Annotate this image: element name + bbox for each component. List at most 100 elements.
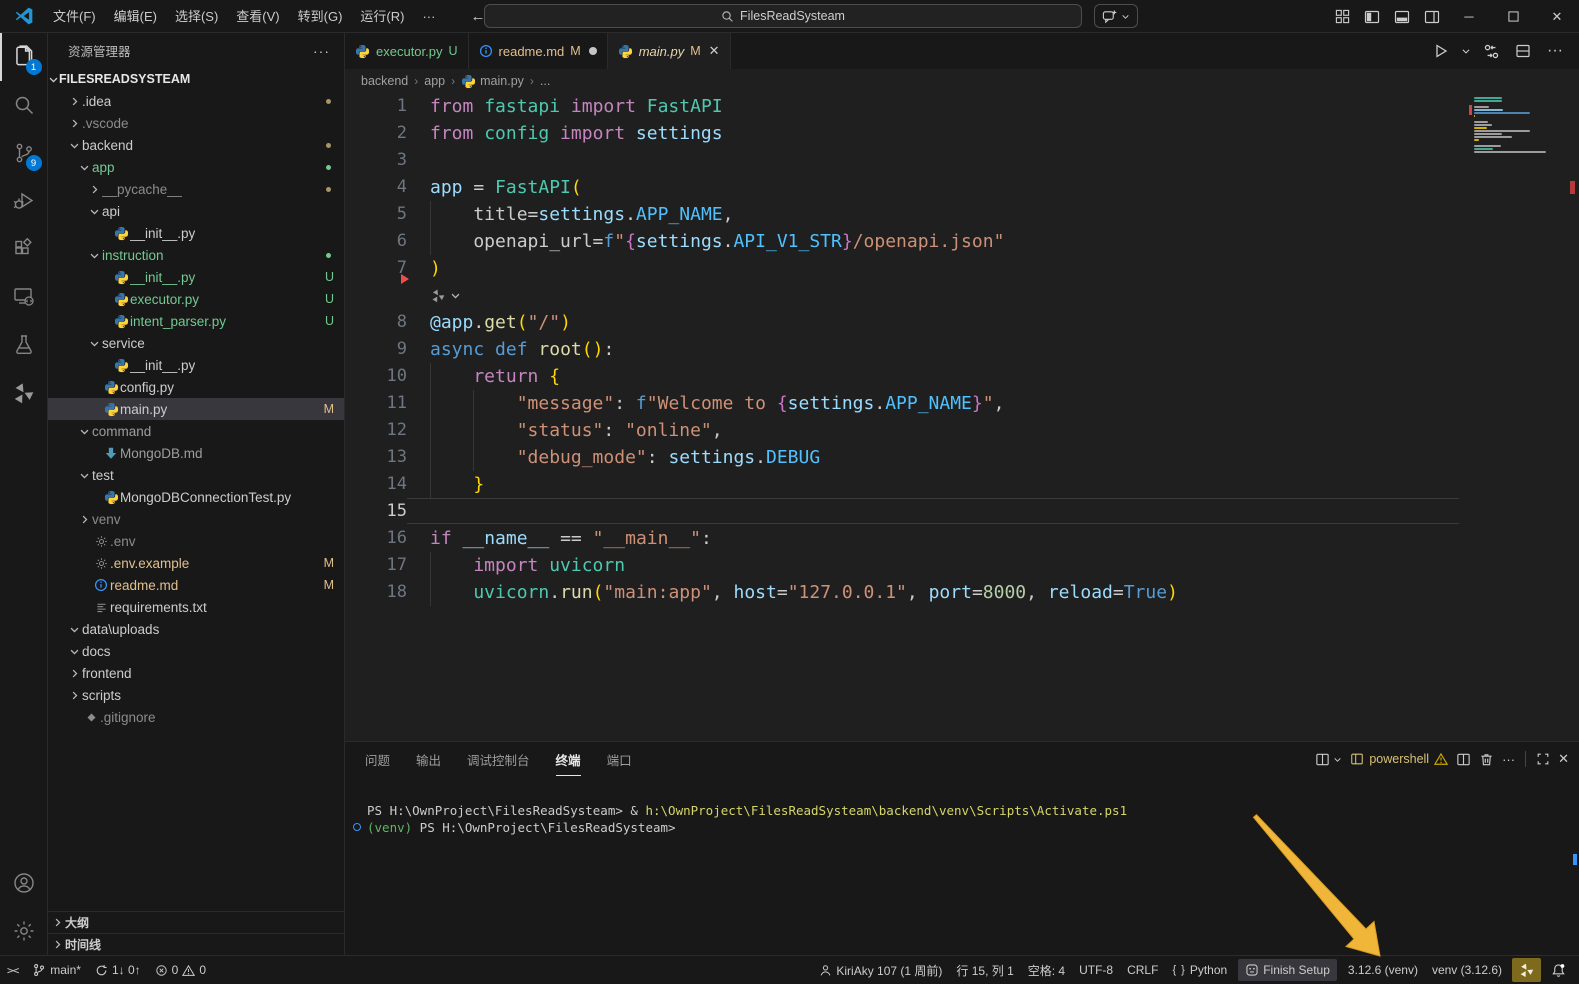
code-line-18[interactable]: 18 uvicorn.run("main:app", host="127.0.0… [345,579,1579,606]
tab-close-icon[interactable]: ✕ [709,43,720,59]
branch-status[interactable]: main* [25,959,88,981]
notifications-bell[interactable] [1544,959,1573,981]
code-editor[interactable]: 1from fastapi import FastAPI2from config… [345,93,1579,741]
tree-item-data-uploads[interactable]: data\uploads [48,618,344,640]
menu-g[interactable]: 转到(G) [289,0,352,33]
tree-item-instruction[interactable]: instruction [48,244,344,266]
code-line-12[interactable]: 12 "status": "online", [345,417,1579,444]
tree-item-service[interactable]: service [48,332,344,354]
tree-item-requirements.txt[interactable]: requirements.txt [48,596,344,618]
activitybar-source-control[interactable]: 9 [0,129,48,177]
panel-tab-[interactable]: 调试控制台 [467,742,530,776]
chat-button[interactable] [1094,4,1138,28]
activitybar-accounts[interactable] [0,859,48,907]
panel-tab-[interactable]: 终端 [556,742,581,776]
tree-item-api[interactable]: api [48,200,344,222]
tree-item-scripts[interactable]: scripts [48,684,344,706]
remote-indicator[interactable]: >< [0,959,25,981]
tree-item-init-.py[interactable]: __init__.py [48,222,344,244]
code-line-11[interactable]: 11 "message": f"Welcome to {settings.APP… [345,390,1579,417]
menu-[interactable]: ··· [413,0,444,33]
tree-item-init-.py[interactable]: __init__.py [48,354,344,376]
tab-readme.md[interactable]: readme.mdM [469,33,608,69]
panel-tab-[interactable]: 输出 [416,742,441,776]
activitybar-explorer[interactable]: 1 [0,33,48,81]
activitybar-search[interactable] [0,81,48,129]
terminal-launch-button[interactable] [1315,752,1342,767]
tree-item-frontend[interactable]: frontend [48,662,344,684]
panel-more-actions-button[interactable]: ··· [1502,752,1515,767]
tree-item-root[interactable]: FILESREADSYSTEAM [48,68,344,90]
terminal-instance-item[interactable]: powershell [1350,752,1448,766]
tree-item-main.py[interactable]: main.pyM [48,398,344,420]
code-line-17[interactable]: 17 import uvicorn [345,552,1579,579]
encoding[interactable]: UTF-8 [1072,959,1120,981]
activitybar-extensions[interactable] [0,225,48,273]
tree-item-config.py[interactable]: config.py [48,376,344,398]
blame-status[interactable]: KiriAky 107 (1 周前) [812,959,949,981]
python-interpreter[interactable]: 3.12.6 (venv) [1341,959,1425,981]
finish-setup[interactable]: Finish Setup [1238,959,1337,981]
code-line-16[interactable]: 16if __name__ == "__main__": [345,525,1579,552]
panel-tab-[interactable]: 端口 [607,742,632,776]
code-line-15[interactable]: 15 [345,498,1579,525]
code-line-2[interactable]: 2from config import settings [345,120,1579,147]
tree-item-venv[interactable]: venv [48,508,344,530]
tree-item-app[interactable]: app [48,156,344,178]
breadcrumb-backend[interactable]: backend [361,74,408,88]
tree-item-.env[interactable]: .env [48,530,344,552]
tree-item-test[interactable]: test [48,464,344,486]
tree-item-pycache[interactable]: __pycache__ [48,178,344,200]
code-line-6[interactable]: 6 openapi_url=f"{settings.API_V1_STR}/op… [345,228,1579,255]
tree-item-backend[interactable]: backend [48,134,344,156]
tab-main.py[interactable]: main.pyM✕ [608,33,731,69]
tab-executor.py[interactable]: executor.pyU [345,33,469,69]
problems-status[interactable]: 00 [148,959,213,981]
code-line-4[interactable]: 4app = FastAPI( [345,174,1579,201]
tree-item-docs[interactable]: docs [48,640,344,662]
menu-v[interactable]: 查看(V) [227,0,288,33]
maximize-panel-button[interactable] [1536,752,1550,766]
command-decoration[interactable] [353,823,361,831]
customize-layout-button[interactable] [1327,0,1357,33]
tree-item-.vscode[interactable]: .vscode [48,112,344,134]
code-line-7[interactable]: 7) [345,255,1579,282]
tree-item-mongodbconnectiontest.py[interactable]: MongoDBConnectionTest.py [48,486,344,508]
breadcrumb-...[interactable]: ... [540,74,550,88]
more-actions-button[interactable]: ··· [1541,38,1569,64]
panel-tab-[interactable]: 问题 [365,742,390,776]
inline-ai-widget[interactable] [345,282,1579,309]
cursor-position[interactable]: 行 15, 列 1 [949,959,1020,981]
sidebar-section-[interactable]: 时间线 [48,933,344,955]
dirty-indicator[interactable] [589,47,597,55]
activitybar-settings[interactable] [0,907,48,955]
code-line-13[interactable]: 13 "debug_mode": settings.DEBUG [345,444,1579,471]
toggle-sidebar-button[interactable] [1357,0,1387,33]
explorer-more-actions[interactable]: ··· [313,43,330,59]
breadcrumb-app[interactable]: app [424,74,445,88]
close-panel-button[interactable]: ✕ [1558,751,1569,767]
kill-terminal-button[interactable] [1479,752,1494,767]
code-line-1[interactable]: 1from fastapi import FastAPI [345,93,1579,120]
tree-item-.env.example[interactable]: .env.exampleM [48,552,344,574]
terminal-output[interactable]: PS H:\OwnProject\FilesReadSysteam> & h:\… [345,776,1579,836]
toggle-secondary-sidebar-button[interactable] [1417,0,1447,33]
code-line-10[interactable]: 10 return { [345,363,1579,390]
activitybar-remote-explorer[interactable] [0,273,48,321]
sidebar-section-[interactable]: 大纲 [48,911,344,933]
command-center[interactable]: FilesReadSysteam [484,4,1082,28]
tree-item-.idea[interactable]: .idea [48,90,344,112]
code-line-14[interactable]: 14 } [345,471,1579,498]
tree-item-readme.md[interactable]: readme.mdM [48,574,344,596]
tree-item-init-.py[interactable]: __init__.pyU [48,266,344,288]
tree-item-executor.py[interactable]: executor.pyU [48,288,344,310]
toggle-panel-button[interactable] [1387,0,1417,33]
code-line-5[interactable]: 5 title=settings.APP_NAME, [345,201,1579,228]
tree-item-.gitignore[interactable]: .gitignore [48,706,344,728]
code-line-8[interactable]: 8@app.get("/") [345,309,1579,336]
split-terminal-button[interactable] [1456,752,1471,767]
eol[interactable]: CRLF [1120,959,1165,981]
activitybar-run-debug[interactable] [0,177,48,225]
menu-s[interactable]: 选择(S) [166,0,227,33]
split-editor-button[interactable] [1509,38,1537,64]
